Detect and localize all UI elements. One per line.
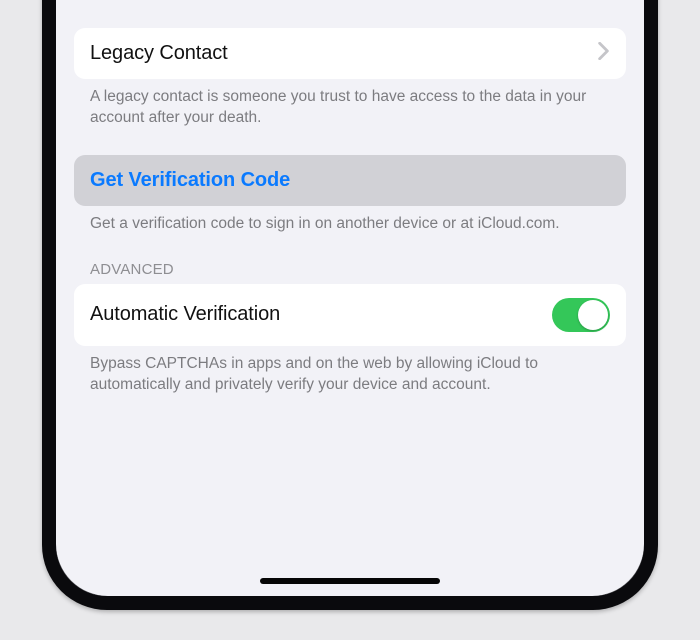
toggle-knob: [578, 300, 608, 330]
verification-code-footer: Get a verification code to sign in on an…: [74, 206, 626, 235]
phone-frame: Legacy Contact A legacy contact is someo…: [42, 0, 658, 610]
get-verification-code-label: Get Verification Code: [90, 169, 290, 191]
automatic-verification-footer: Bypass CAPTCHAs in apps and on the web b…: [74, 346, 626, 396]
settings-screen: Legacy Contact A legacy contact is someo…: [56, 0, 644, 596]
chevron-right-icon: [597, 42, 610, 65]
automatic-verification-label: Automatic Verification: [90, 303, 280, 326]
get-verification-code-button[interactable]: Get Verification Code: [74, 155, 626, 206]
advanced-header: ADVANCED: [74, 261, 626, 284]
automatic-verification-cell: Automatic Verification: [74, 284, 626, 346]
home-indicator[interactable]: [260, 578, 440, 584]
legacy-contact-label: Legacy Contact: [90, 42, 228, 65]
legacy-contact-cell[interactable]: Legacy Contact: [74, 28, 626, 79]
legacy-contact-footer: A legacy contact is someone you trust to…: [74, 79, 626, 129]
automatic-verification-toggle[interactable]: [552, 298, 610, 332]
